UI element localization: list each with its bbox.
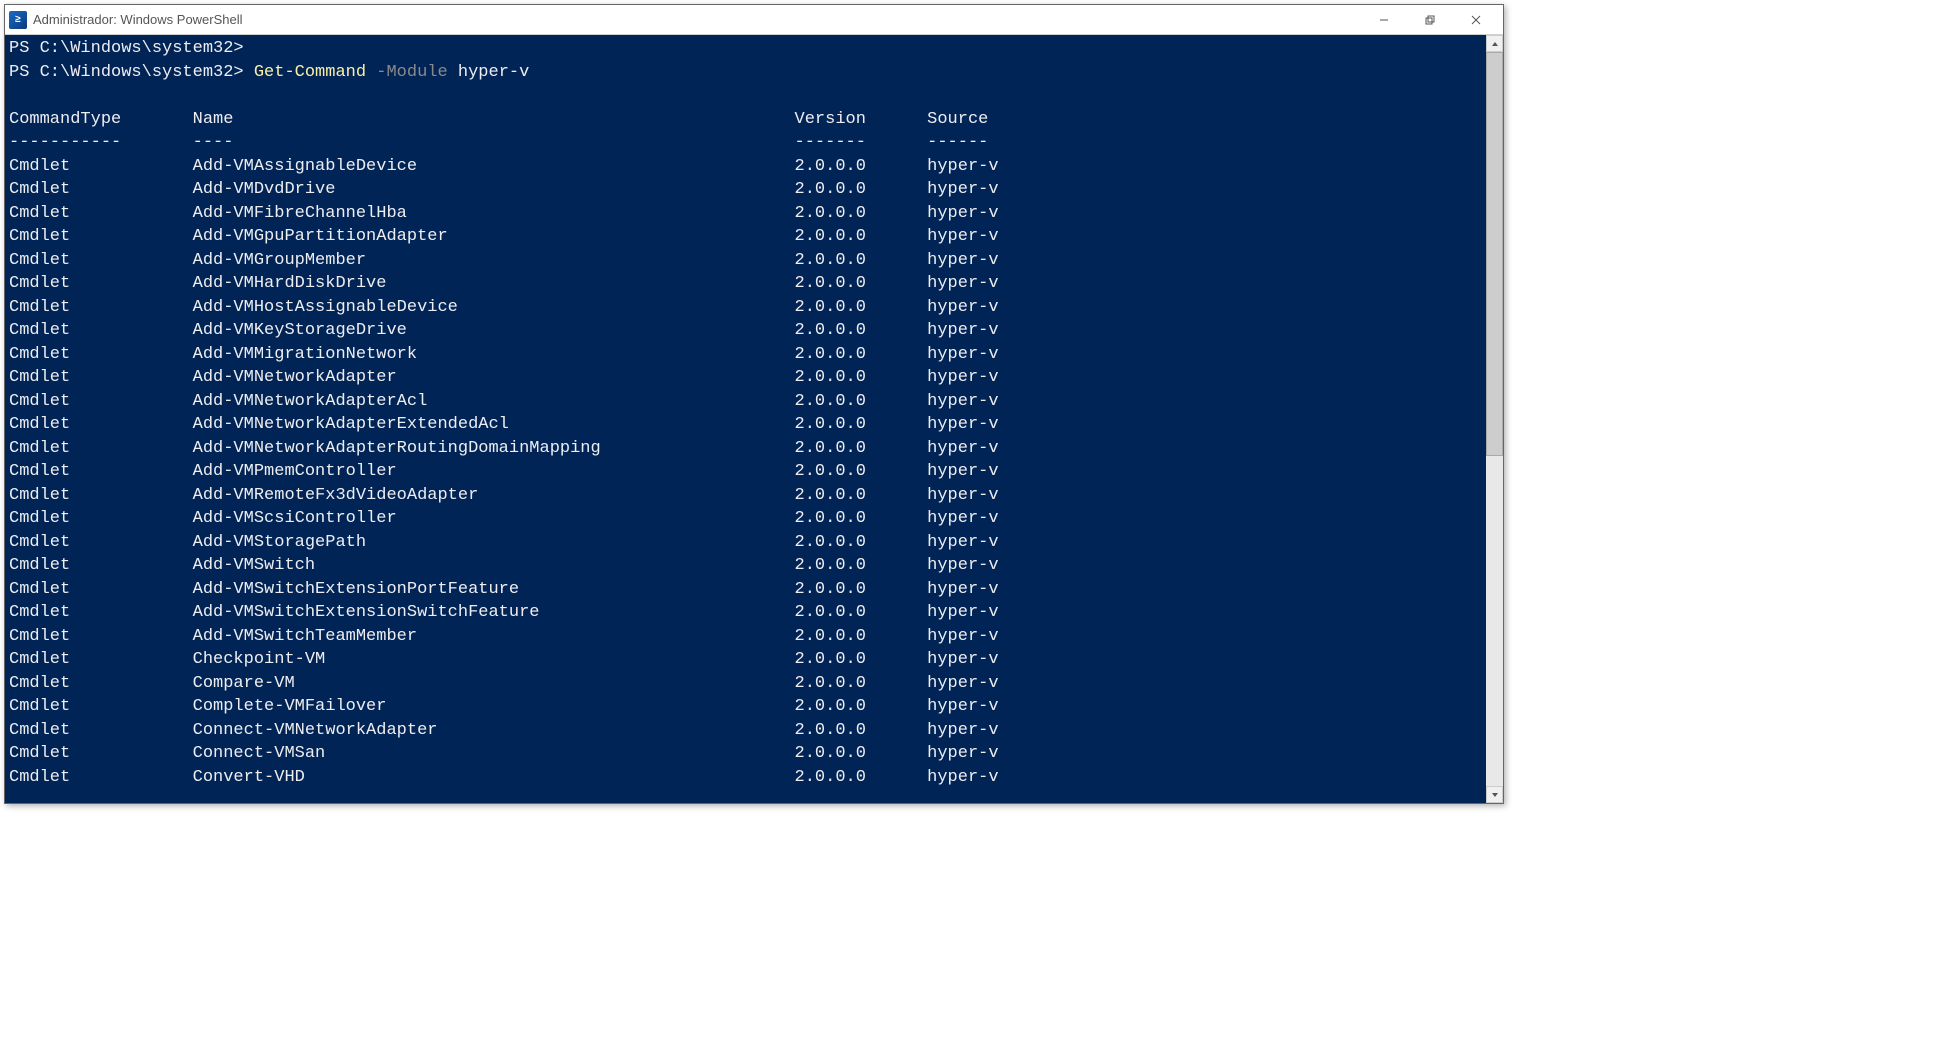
window-title: Administrador: Windows PowerShell <box>33 12 1361 27</box>
close-icon <box>1471 15 1481 25</box>
powershell-icon: ≥ <box>9 11 27 29</box>
titlebar[interactable]: ≥ Administrador: Windows PowerShell <box>5 5 1503 35</box>
scroll-up-button[interactable] <box>1486 35 1503 52</box>
chevron-down-icon <box>1491 791 1499 799</box>
maximize-button[interactable] <box>1407 5 1453 35</box>
minimize-icon <box>1379 15 1389 25</box>
scroll-thumb[interactable] <box>1486 52 1503 456</box>
close-button[interactable] <box>1453 5 1499 35</box>
vertical-scrollbar[interactable] <box>1486 35 1503 803</box>
window-controls <box>1361 5 1499 35</box>
chevron-up-icon <box>1491 40 1499 48</box>
terminal-area: PS C:\Windows\system32> PS C:\Windows\sy… <box>5 35 1503 803</box>
scroll-track[interactable] <box>1486 52 1503 786</box>
maximize-icon <box>1425 15 1435 25</box>
scroll-down-button[interactable] <box>1486 786 1503 803</box>
minimize-button[interactable] <box>1361 5 1407 35</box>
terminal-output[interactable]: PS C:\Windows\system32> PS C:\Windows\sy… <box>5 35 1486 803</box>
powershell-window: ≥ Administrador: Windows PowerShell PS C… <box>4 4 1504 804</box>
